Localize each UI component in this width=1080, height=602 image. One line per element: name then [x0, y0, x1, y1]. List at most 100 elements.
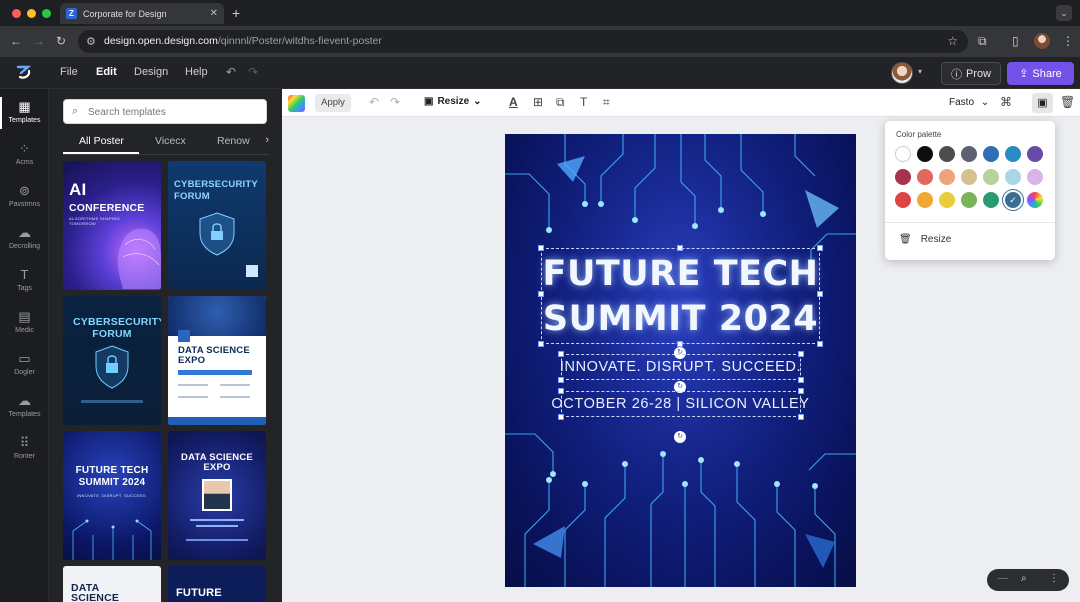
prow-button[interactable]: ⓘ Prow: [941, 62, 1001, 85]
resize-handle[interactable]: [798, 377, 804, 383]
poster-date-location[interactable]: OCTOBER 26-28 | SILICON VALLEY: [505, 396, 856, 412]
resize-handle[interactable]: [798, 351, 804, 357]
tabs-chevron-right-icon[interactable]: ›: [265, 134, 269, 146]
resize-handle[interactable]: [677, 245, 683, 251]
rail-item-media[interactable]: ▤ Medic: [0, 305, 49, 345]
crop-icon[interactable]: ⌗: [603, 95, 610, 110]
layers-icon[interactable]: ⊞: [533, 95, 543, 109]
extensions-puzzle-icon[interactable]: ⧉: [978, 34, 987, 49]
resize-handle[interactable]: [538, 341, 544, 347]
resize-handle[interactable]: [817, 341, 823, 347]
resize-handle[interactable]: [558, 351, 564, 357]
menu-file[interactable]: File: [60, 66, 78, 78]
color-swatch[interactable]: [961, 169, 977, 185]
grid-settings-icon[interactable]: ⌘: [1000, 95, 1012, 109]
resize-handle[interactable]: [558, 414, 564, 420]
toolbar-redo-icon[interactable]: ↷: [390, 95, 400, 109]
color-swatch[interactable]: [895, 169, 911, 185]
zoom-out-icon[interactable]: —: [998, 573, 1008, 584]
color-swatch[interactable]: [895, 192, 911, 208]
search-input[interactable]: [88, 104, 258, 120]
rail-item-templates[interactable]: ▦ Templates: [0, 95, 49, 135]
site-info-icon[interactable]: ⚙: [86, 35, 96, 48]
template-card-cybersecurity-forum[interactable]: CYBERSECURITY FORUM: [168, 161, 266, 290]
template-card-cybersecurity-forum-dark[interactable]: CYBERSECURITY FORUM: [63, 296, 161, 425]
color-palette-toggle-icon[interactable]: ▣: [1032, 93, 1053, 113]
color-swatch[interactable]: [983, 169, 999, 185]
user-avatar[interactable]: [891, 62, 913, 84]
rail-item-upload[interactable]: ☁ Decrolling: [0, 221, 49, 261]
toolbar-undo-icon[interactable]: ↶: [369, 95, 379, 109]
address-bar[interactable]: ⚙ design.open.design.com/qinnnl/Poster/w…: [78, 30, 968, 53]
template-search[interactable]: ⌕: [63, 99, 267, 124]
palette-resize-item[interactable]: 🗑 Resize: [899, 234, 951, 245]
minimize-window-button[interactable]: [27, 9, 36, 18]
browser-profile-avatar[interactable]: [1034, 33, 1050, 49]
template-card-data-science[interactable]: DATA SCIENCE: [63, 566, 161, 602]
color-swatch[interactable]: [961, 192, 977, 208]
poster-headline-line-1[interactable]: FUTURE TECH: [505, 254, 856, 294]
rail-item-text[interactable]: T Tags: [0, 263, 49, 303]
color-swatch[interactable]: [895, 146, 911, 162]
undo-icon[interactable]: ↶: [226, 65, 236, 79]
browser-menu-icon[interactable]: ⋮: [1062, 34, 1074, 48]
redo-icon[interactable]: ↷: [248, 65, 258, 79]
rail-item-photos[interactable]: ⊚ Pavstrnns: [0, 179, 49, 219]
forward-arrow-icon[interactable]: →: [33, 34, 45, 48]
reload-icon[interactable]: ↻: [56, 34, 66, 48]
trash-icon[interactable]: 🗑: [1060, 95, 1075, 109]
text-tool-icon[interactable]: T: [580, 95, 587, 109]
template-card-data-science-expo[interactable]: DATA SCIENCE EXPO: [168, 296, 266, 425]
color-gradient-swatch[interactable]: [288, 95, 305, 112]
template-card-future-tech-summit[interactable]: FUTURE TECH SUMMIT 2024 INNOVATE. DISRUPT…: [63, 431, 161, 560]
close-tab-icon[interactable]: ✕: [210, 8, 218, 19]
template-card-ai-conference[interactable]: AI CONFERENCE ALGORITHMS SHAPING TOMORRO…: [63, 161, 161, 290]
template-card-data-science-expo-portrait[interactable]: DATA SCIENCE EXPO: [168, 431, 266, 560]
tab-search-chevron-icon[interactable]: ⌄: [1056, 5, 1072, 21]
color-swatch[interactable]: [917, 192, 933, 208]
browser-tab[interactable]: Z Corporate for Design ✕: [60, 3, 224, 24]
resize-handle[interactable]: [558, 377, 564, 383]
rotate-handle-icon[interactable]: ↻: [674, 431, 686, 443]
menu-help[interactable]: Help: [185, 66, 208, 78]
zoom-menu-icon[interactable]: ⋮: [1049, 573, 1059, 584]
close-window-button[interactable]: [12, 9, 21, 18]
resize-handle[interactable]: [558, 388, 564, 394]
color-swatch[interactable]: [1005, 146, 1021, 162]
resize-handle[interactable]: [798, 414, 804, 420]
color-swatch[interactable]: [1027, 169, 1043, 185]
tab-all-poster[interactable]: All Poster: [79, 135, 124, 147]
template-card-future[interactable]: FUTURE: [168, 566, 266, 602]
color-swatch[interactable]: [939, 146, 955, 162]
new-tab-plus-icon[interactable]: +: [232, 5, 240, 21]
rail-item-templates-2[interactable]: ☁ Templates: [0, 389, 49, 429]
share-button[interactable]: ⇪ Share: [1007, 62, 1074, 85]
rail-item-elements[interactable]: ⁘ Acms: [0, 137, 49, 177]
zoom-magnifier-icon[interactable]: ⌕: [1021, 573, 1027, 584]
app-logo-icon[interactable]: [15, 63, 33, 81]
maximize-window-button[interactable]: [42, 9, 51, 18]
tab-video[interactable]: Vicecx: [155, 135, 186, 147]
poster-tagline[interactable]: INNOVATE. DISRUPT. SUCCEED.: [505, 359, 856, 375]
color-swatch[interactable]: [983, 192, 999, 208]
resize-handle[interactable]: [798, 388, 804, 394]
font-dropdown[interactable]: Fasto ⌄: [949, 97, 989, 108]
color-swatch[interactable]: [961, 146, 977, 162]
menu-design[interactable]: Design: [134, 66, 168, 78]
rail-item-folder[interactable]: ▭ Dogler: [0, 347, 49, 387]
resize-dropdown[interactable]: ▣ Resize ⌄: [424, 96, 482, 107]
rail-item-apps[interactable]: ⠿ Ronter: [0, 431, 49, 471]
color-swatch[interactable]: [917, 169, 933, 185]
poster-artboard[interactable]: FUTURE TECH SUMMIT 2024 ↻ INNOVATE. DISR…: [505, 134, 856, 587]
duplicate-icon[interactable]: ⧉: [556, 95, 565, 110]
color-swatch[interactable]: [983, 146, 999, 162]
poster-headline-line-2[interactable]: SUMMIT 2024: [505, 299, 856, 339]
menu-edit[interactable]: Edit: [96, 66, 117, 78]
text-color-a-icon[interactable]: A: [509, 95, 518, 109]
back-arrow-icon[interactable]: ←: [10, 34, 22, 48]
color-swatch[interactable]: [1027, 146, 1043, 162]
avatar-chevron-down-icon[interactable]: ▾: [918, 67, 922, 76]
color-swatch[interactable]: [917, 146, 933, 162]
color-swatch[interactable]: ✓: [1005, 192, 1021, 208]
resize-handle[interactable]: [817, 245, 823, 251]
